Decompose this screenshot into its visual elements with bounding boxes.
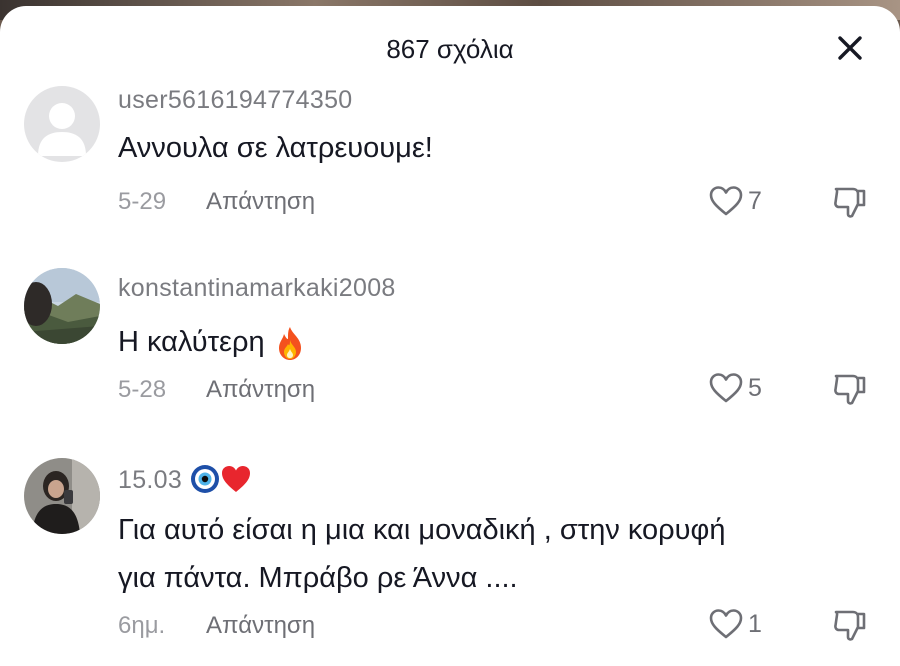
comments-header: 867 σχόλια (0, 6, 900, 86)
avatar-default[interactable] (24, 86, 100, 162)
comment-date: 6ημ. (118, 612, 166, 639)
nazar-eye-icon (191, 465, 220, 493)
comment-text: Για αυτό είσαι η μια και μοναδική , στην… (118, 506, 858, 602)
heart-outline-icon (709, 609, 743, 639)
comment-text-line: για πάντα. Μπράβο ρε Άννα .... (118, 562, 518, 594)
comment-text: Η καλύτερη (118, 318, 858, 366)
comments-count-title: 867 σχόλια (386, 34, 514, 64)
avatar-photo[interactable] (24, 458, 100, 534)
reply-button[interactable]: Απάντηση (206, 612, 315, 640)
comment-text: Αννουλα σε λατρευουμε! (118, 132, 433, 164)
dislike-button[interactable] (831, 370, 869, 408)
fire-emoji-icon (278, 327, 301, 361)
comment-text-line: Για αυτό είσαι η μια και μοναδική , στην… (118, 514, 726, 546)
reply-button[interactable]: Απάντηση (206, 188, 315, 216)
comment-text-content: Η καλύτερη (118, 326, 265, 358)
dislike-button[interactable] (831, 606, 869, 644)
comment-username[interactable]: 15.03 (118, 464, 252, 495)
dislike-button[interactable] (831, 183, 869, 221)
heart-outline-icon (709, 373, 743, 403)
username-emojis (182, 465, 252, 494)
username-text: 15.03 (118, 466, 183, 494)
like-count: 5 (748, 373, 762, 402)
avatar-photo[interactable] (24, 268, 100, 344)
like-button[interactable]: 1 (708, 606, 778, 642)
landscape-avatar-image (24, 268, 100, 344)
like-count: 1 (748, 609, 762, 638)
thumbs-down-icon (834, 187, 866, 218)
comment-username[interactable]: konstantinamarkaki2008 (118, 274, 396, 303)
like-button[interactable]: 5 (708, 370, 778, 406)
comment-username[interactable]: user5616194774350 (118, 86, 352, 115)
close-button[interactable] (832, 30, 868, 66)
selfie-avatar-image (24, 458, 100, 534)
close-icon (838, 36, 862, 60)
default-user-icon (38, 103, 86, 156)
reply-button[interactable]: Απάντηση (206, 376, 315, 404)
like-button[interactable]: 7 (708, 183, 778, 219)
heart-outline-icon (709, 186, 743, 216)
like-count: 7 (748, 186, 762, 215)
thumbs-down-icon (834, 374, 866, 405)
comments-sheet: 867 σχόλια user5616194774350 Αννουλα σε … (0, 6, 900, 666)
red-heart-icon (222, 466, 251, 492)
comment-date: 5-28 (118, 376, 167, 403)
comment-date: 5-29 (118, 188, 167, 215)
thumbs-down-icon (834, 610, 866, 641)
